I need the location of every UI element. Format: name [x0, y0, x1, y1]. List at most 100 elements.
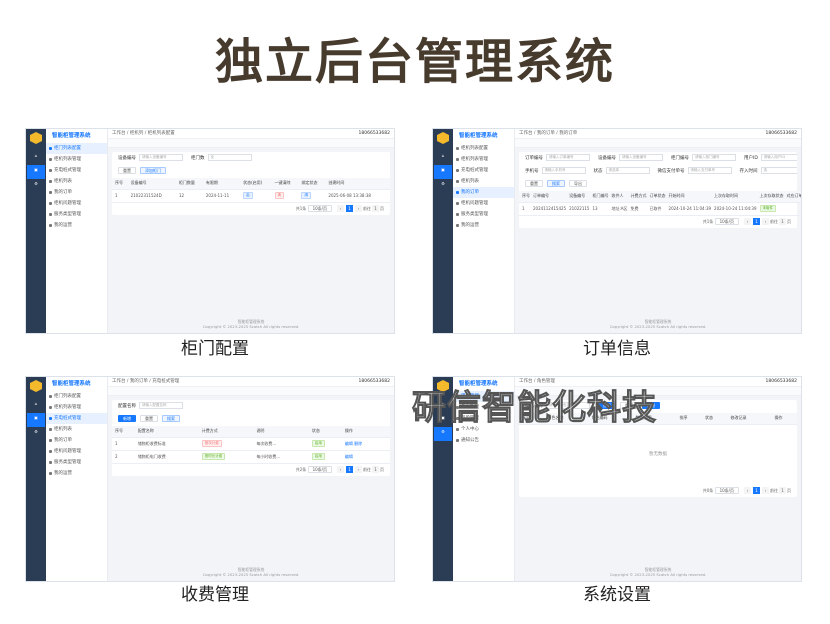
filter-input[interactable]: 请输入手机号 — [541, 167, 586, 174]
current-page[interactable]: 1 — [346, 204, 353, 212]
rail-cabinet-icon[interactable]: ▣ — [27, 165, 45, 179]
rail-settings-icon[interactable]: ⚙ — [27, 179, 45, 193]
table-cell: 1 — [519, 202, 530, 216]
add-door-button[interactable]: 添加柜门 — [140, 167, 166, 174]
filter-input[interactable]: 请输入柜门编号 — [692, 154, 736, 161]
user-account[interactable]: 18066533682 — [359, 129, 391, 138]
reset-button[interactable]: 重置 — [525, 180, 543, 187]
rail-settings-icon[interactable]: ⚙ — [27, 427, 45, 441]
filter-input[interactable]: 请输入订单编号 — [546, 154, 590, 161]
current-page[interactable]: 1 — [346, 465, 353, 473]
sidebar-item[interactable]: 通知公告 — [453, 435, 514, 446]
add-button[interactable]: 新增 — [118, 415, 136, 422]
table-cell: 21022115 — [566, 202, 590, 216]
sidebar-item[interactable]: 服务类型管理 — [46, 457, 107, 468]
goto-page-input[interactable]: 1 — [779, 486, 786, 494]
next-page-button[interactable]: › — [355, 204, 362, 212]
goto-page-input[interactable]: 1 — [372, 465, 379, 473]
reset-button[interactable]: 重置 — [140, 415, 158, 422]
cell-value: 启用 — [311, 440, 325, 447]
filter-input[interactable]: 选 — [760, 167, 797, 174]
rail-home-icon[interactable]: ⌂ — [27, 399, 45, 413]
data-table: 序号 配置名称 计费方式 说明 状态 操作 1 储物柜收费标准 按次计费 每次收费... 启用 编辑 … — [112, 426, 390, 464]
page-size-select[interactable]: 10条/页 — [714, 487, 739, 494]
sidebar-item[interactable]: 柜门列表配置 — [46, 143, 107, 154]
sidebar-item[interactable]: 我的订单 — [453, 187, 514, 198]
sidebar-item[interactable]: 我的运营 — [46, 468, 107, 479]
data-table: 序号 设备编号 柜门数量 有限期 状态(启用) 一键清除 绑定状态 创建时间 1 21022311… — [112, 178, 390, 203]
search-button[interactable]: 搜索 — [162, 415, 180, 422]
column-header: 排序 — [676, 413, 702, 425]
cell-value[interactable]: 清 — [274, 192, 285, 199]
sidebar-item[interactable]: 柜机列表管理 — [46, 402, 107, 413]
table-header-row: 序号 配置名称 计费方式 说明 状态 操作 — [112, 426, 390, 438]
cell-value: 13 — [592, 206, 598, 211]
next-page-button[interactable]: › — [355, 465, 362, 473]
rail-cabinet-icon[interactable]: ▣ — [27, 413, 45, 427]
prev-page-button[interactable]: ‹ — [744, 486, 751, 494]
sidebar-item[interactable]: 柜机列表管理 — [453, 154, 514, 165]
prev-page-button[interactable]: ‹ — [337, 465, 344, 473]
current-page[interactable]: 1 — [753, 486, 760, 494]
table-cell: 启 — [240, 189, 272, 203]
page-size-select[interactable]: 10条/页 — [714, 218, 739, 225]
cell-value[interactable]: 绑 — [301, 192, 311, 199]
goto-page-input[interactable]: 1 — [779, 217, 786, 225]
sidebar-item[interactable]: 柜门列表配置 — [46, 391, 107, 402]
search-button[interactable]: 搜索 — [547, 180, 565, 187]
sidebar-item[interactable]: 服务类型管理 — [46, 209, 107, 220]
next-page-button[interactable]: › — [762, 486, 769, 494]
sidebar-item[interactable]: 充电桩式管理 — [46, 413, 107, 424]
sidebar-item[interactable]: 柜机问题管理 — [46, 446, 107, 457]
cell-value[interactable]: 编辑 删除 — [345, 441, 362, 446]
filter-input[interactable]: 请选择 — [605, 167, 650, 174]
rail-settings-icon[interactable]: ⚙ — [434, 179, 452, 193]
rail-home-icon[interactable]: ⌂ — [434, 151, 452, 165]
next-page-button[interactable]: › — [762, 217, 769, 225]
table-cell: 2024112415425 — [530, 202, 567, 216]
sidebar-item[interactable]: 柜机列表 — [46, 176, 107, 187]
sidebar-item[interactable]: 我的运营 — [46, 220, 107, 231]
rail-cabinet-icon[interactable]: ▣ — [434, 165, 452, 179]
sidebar-item[interactable]: 柜机列表 — [46, 424, 107, 435]
prev-page-button[interactable]: ‹ — [337, 204, 344, 212]
sidebar-item[interactable]: 我的运营 — [453, 220, 514, 231]
filter-input[interactable]: 全 — [207, 154, 252, 161]
filter-input[interactable]: 请输入配置名称 — [139, 402, 183, 409]
sidebar-item[interactable]: 我的订单 — [46, 187, 107, 198]
table-row: 1 储物柜收费标准 按次计费 每次收费... 启用 编辑 删除 — [112, 437, 390, 451]
filter-label: 订单编号 — [525, 156, 543, 161]
sidebar-item[interactable]: 柜机列表配置 — [453, 143, 514, 154]
table-cell — [783, 202, 801, 216]
filter-input[interactable]: 请输入支付单号 — [687, 167, 732, 174]
export-button[interactable]: 导出 — [569, 180, 587, 187]
rail-settings-icon[interactable]: ⚙ — [434, 427, 452, 441]
sidebar-item[interactable]: 柜机列表 — [453, 176, 514, 187]
current-page[interactable]: 1 — [753, 217, 760, 225]
sidebar-item[interactable]: 柜机问题管理 — [46, 198, 107, 209]
cell-value: 1 — [115, 441, 118, 446]
cell-value[interactable]: 启 — [243, 192, 253, 199]
sidebar-item[interactable]: 我的订单 — [46, 435, 107, 446]
prev-page-button[interactable]: ‹ — [744, 217, 751, 225]
user-account[interactable]: 18066533682 — [359, 377, 391, 386]
rail-home-icon[interactable]: ⌂ — [27, 151, 45, 165]
sidebar-item[interactable]: 柜机问题管理 — [453, 198, 514, 209]
top-bar: 工作台 / 我的订单 / 我的订单 18066533682 — [515, 129, 801, 139]
page-size-select[interactable]: 10条/页 — [307, 466, 332, 473]
sidebar-item[interactable]: 充电桩式管理 — [453, 165, 514, 176]
page-size-select[interactable]: 10条/页 — [307, 205, 332, 212]
reset-button[interactable]: 重置 — [118, 167, 136, 174]
filter-input[interactable]: 请输入用户ID — [760, 154, 797, 161]
sidebar-item[interactable]: 服务类型管理 — [453, 209, 514, 220]
cell-value[interactable]: 编辑 — [345, 454, 353, 459]
sidebar-item[interactable]: 柜机列表管理 — [46, 154, 107, 165]
goto-page-input[interactable]: 1 — [372, 204, 379, 212]
table-cell: 2025-06-08 13:38:38 — [325, 189, 390, 203]
filter-input[interactable]: 请输入设备编号 — [139, 154, 183, 161]
sidebar-item[interactable]: 充电桩式管理 — [46, 165, 107, 176]
user-account[interactable]: 18066533682 — [766, 129, 798, 138]
user-account[interactable]: 18066533682 — [766, 377, 798, 386]
filter-input[interactable]: 请输入设备编号 — [619, 154, 663, 161]
caption-fee-management: 收费管理 — [181, 585, 249, 605]
